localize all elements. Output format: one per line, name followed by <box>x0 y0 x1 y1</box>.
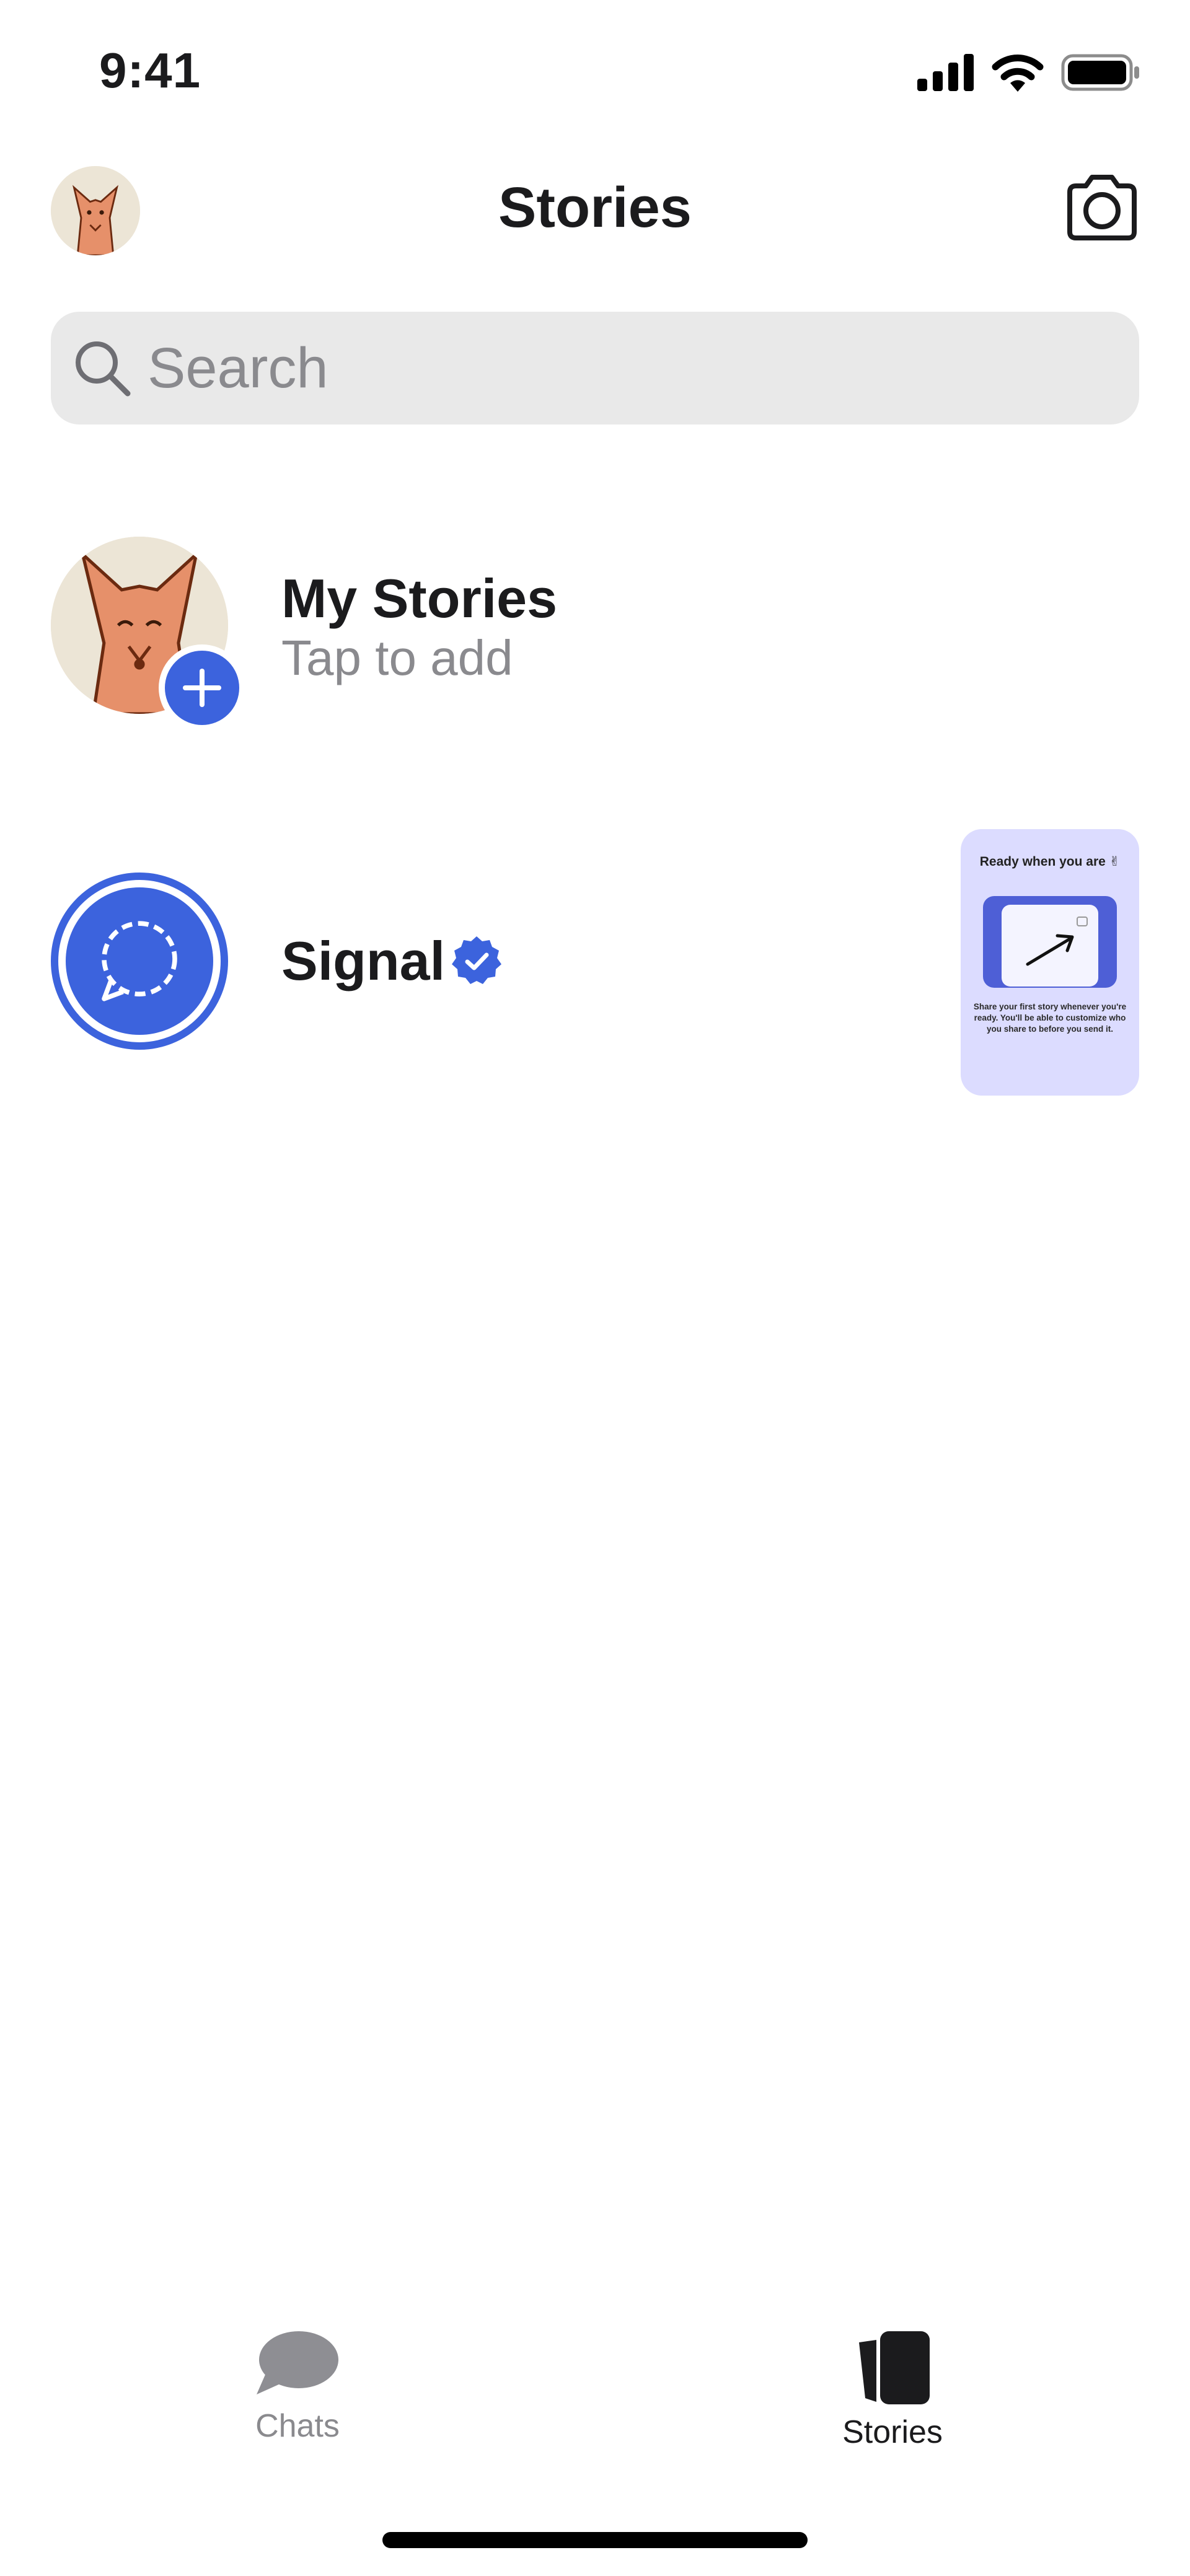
camera-button[interactable] <box>1064 171 1140 244</box>
camera-icon <box>1067 175 1137 240</box>
status-time: 9:41 <box>99 43 201 98</box>
thumbnail-body: Share your first story whenever you're r… <box>973 1002 1127 1034</box>
thumbnail-phone <box>1002 905 1098 987</box>
thumbnail-illustration <box>983 896 1117 988</box>
search-bar[interactable] <box>51 312 1139 424</box>
verified-badge-icon <box>452 936 501 984</box>
arrow-icon <box>1026 917 1088 966</box>
signal-avatar[interactable] <box>51 873 228 1050</box>
tab-chats[interactable]: Chats <box>174 2330 421 2445</box>
story-thumbnail[interactable]: Ready when you are ✌ Share your first st… <box>961 829 1139 1096</box>
page-title: Stories <box>498 176 692 239</box>
thumbnail-title: Ready when you are ✌ <box>979 855 1121 869</box>
my-stories-subtitle: Tap to add <box>281 630 513 685</box>
stories-icon <box>859 2331 930 2404</box>
signal-logo <box>66 887 213 1035</box>
tab-stories-label: Stories <box>842 2414 943 2450</box>
status-icons <box>917 53 1140 92</box>
add-story-button[interactable] <box>159 644 245 731</box>
search-input[interactable] <box>148 335 1077 401</box>
battery-icon <box>1061 54 1139 91</box>
signal-logo-icon <box>102 921 177 1001</box>
cellular-signal-icon <box>917 54 974 91</box>
chat-bubble-icon <box>257 2331 338 2394</box>
tab-stories[interactable]: Stories <box>769 2330 1016 2451</box>
wifi-icon <box>992 55 1044 92</box>
plus-icon <box>183 669 221 707</box>
search-icon <box>76 341 131 397</box>
tab-chats-label: Chats <box>255 2408 340 2444</box>
home-indicator <box>382 2532 808 2548</box>
signal-name: Signal <box>281 930 446 991</box>
my-stories-title: My Stories <box>281 568 558 629</box>
